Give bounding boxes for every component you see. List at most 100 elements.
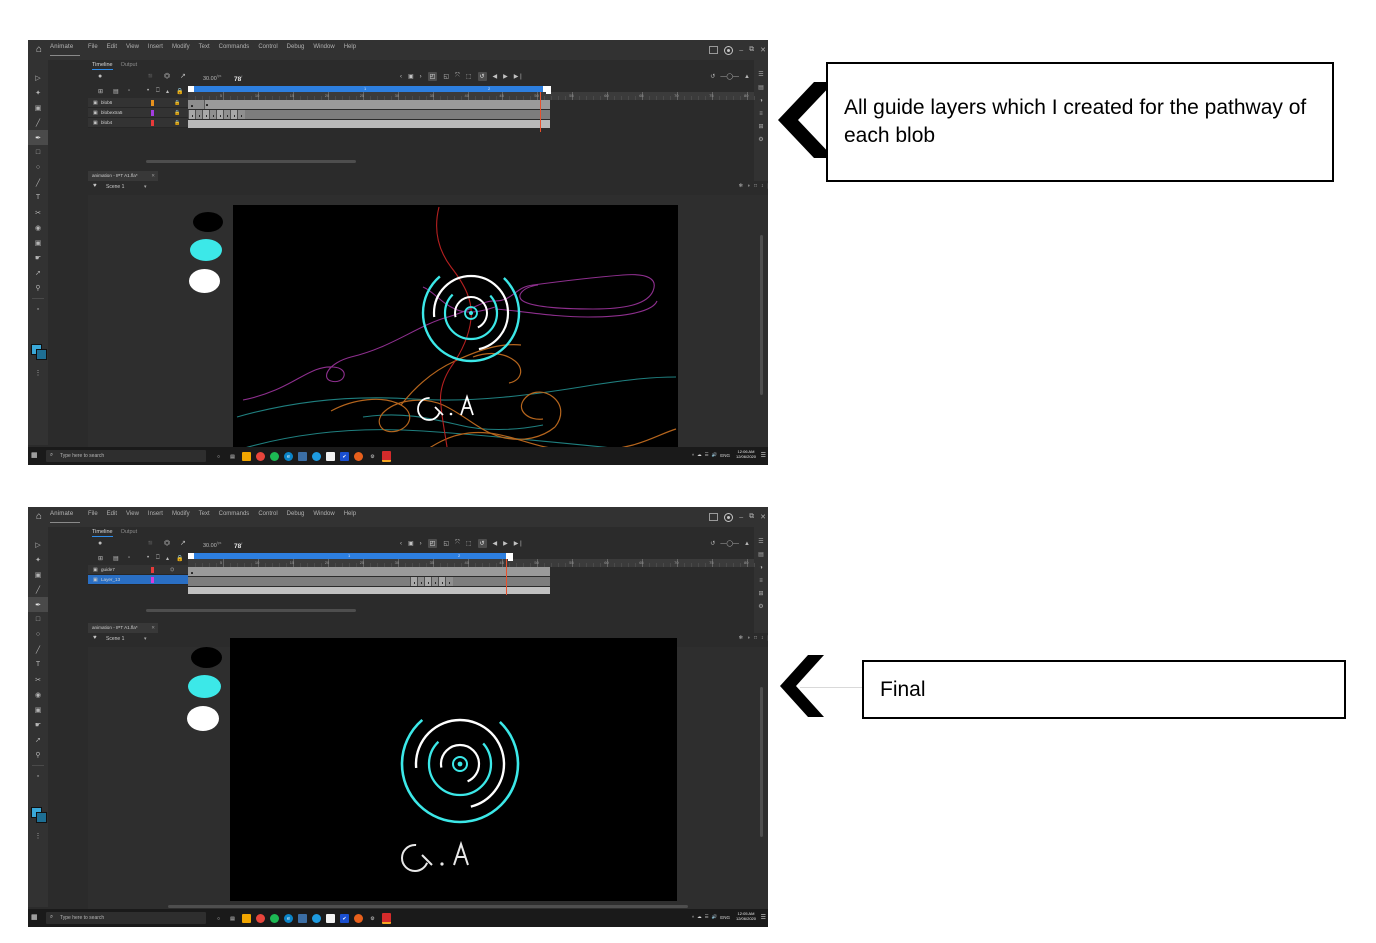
center-stage-icon[interactable]: ✻ bbox=[739, 635, 743, 641]
adobe-animate-icon[interactable] bbox=[382, 913, 391, 924]
layer-name[interactable]: blob4 bbox=[101, 120, 112, 125]
layer-row-blob6[interactable]: ▣ blob6 🔒 bbox=[88, 98, 188, 108]
stepper-icon[interactable]: ↕ bbox=[761, 635, 764, 641]
step-forward-button[interactable]: ▶❘ bbox=[514, 73, 524, 80]
lasso-tool[interactable]: ╱ bbox=[28, 115, 48, 130]
hand-tool[interactable]: ☛ bbox=[28, 250, 48, 265]
chevron-down-icon[interactable]: ▾ bbox=[144, 636, 147, 642]
layer-row-blobextra5[interactable]: ▣ blobextra5 🔒 bbox=[88, 108, 188, 118]
options-tool[interactable]: ⋮ bbox=[28, 365, 48, 380]
blob-black[interactable] bbox=[191, 647, 222, 668]
show-desktop-button[interactable]: ☰ bbox=[761, 452, 766, 459]
stop-button[interactable]: ▣ bbox=[408, 73, 414, 80]
blob-white[interactable] bbox=[189, 269, 220, 293]
menu-item-insert[interactable]: Insert bbox=[148, 511, 163, 517]
zoom-level-field[interactable]: 90% bbox=[767, 635, 768, 641]
components-panel-icon[interactable]: ⊞ bbox=[754, 120, 768, 133]
color-panel-icon[interactable]: ◑ bbox=[754, 94, 768, 107]
menu-item-text[interactable]: Text bbox=[199, 44, 210, 50]
close-button[interactable]: ✕ bbox=[760, 513, 766, 521]
color-panel-icon[interactable]: ◑ bbox=[754, 561, 768, 574]
onion-skin-button[interactable]: ◰ bbox=[427, 72, 438, 81]
blob-cyan[interactable] bbox=[190, 239, 222, 261]
library-panel-icon[interactable]: ▤ bbox=[754, 81, 768, 94]
lock-icon[interactable]: 🔒 bbox=[174, 120, 180, 126]
adobe-animate-icon[interactable] bbox=[382, 451, 391, 462]
step-forward-button[interactable]: ▶❘ bbox=[514, 540, 524, 547]
home-icon[interactable]: ⌂ bbox=[32, 43, 46, 57]
lock-all-icon[interactable]: ⎕ bbox=[156, 88, 160, 95]
onion-skin-outlines-button[interactable]: ◱ bbox=[443, 73, 449, 80]
subselection-tool[interactable]: ✦ bbox=[28, 552, 48, 567]
layer-name[interactable]: blob6 bbox=[101, 100, 112, 105]
timeline-options-icon[interactable]: ▲ bbox=[744, 74, 750, 80]
layer-row-guide7[interactable]: ▣ guide7 ⏣ bbox=[88, 565, 188, 575]
outline-all-icon[interactable]: ▴ bbox=[166, 555, 169, 562]
onion-skin-outlines-button[interactable]: ◱ bbox=[443, 540, 449, 547]
menu-item-help[interactable]: Help bbox=[344, 44, 356, 50]
new-layer-button[interactable]: ⊞ bbox=[98, 88, 103, 95]
library-panel-icon[interactable]: ▤ bbox=[754, 548, 768, 561]
menu-item-file[interactable]: File bbox=[88, 44, 98, 50]
oval-tool[interactable]: ○ bbox=[28, 627, 48, 642]
close-button[interactable]: ✕ bbox=[760, 46, 766, 54]
loop-button[interactable]: ↺ bbox=[477, 72, 487, 81]
stroke-color-swatch-2[interactable] bbox=[36, 812, 47, 823]
chrome-icon[interactable] bbox=[256, 452, 265, 461]
search-box[interactable]: ⌕ Type here to search bbox=[46, 450, 206, 462]
menu-item-text[interactable]: Text bbox=[199, 511, 210, 517]
menu-item-modify[interactable]: Modify bbox=[172, 44, 190, 50]
cortana-icon[interactable]: ○ bbox=[214, 452, 223, 461]
skype-icon[interactable] bbox=[312, 452, 321, 461]
new-folder-button[interactable]: ▤ bbox=[113, 88, 119, 95]
free-transform-tool[interactable]: ▣ bbox=[28, 100, 48, 115]
file-explorer-icon[interactable] bbox=[242, 914, 251, 923]
menu-item-debug[interactable]: Debug bbox=[287, 511, 305, 517]
timeline-ruler[interactable]: 5 10 15 20 25 30 35 40 45 50 55 60 65 70 75 80 bbox=[188, 559, 755, 567]
oval-tool[interactable]: ○ bbox=[28, 160, 48, 175]
menu-item-control[interactable]: Control bbox=[258, 511, 277, 517]
menu-item-modify[interactable]: Modify bbox=[172, 511, 190, 517]
resize-frames-icon[interactable]: ↺ bbox=[710, 540, 715, 547]
frame-strip-layer13[interactable] bbox=[188, 577, 550, 586]
delete-layer-button[interactable]: ▫ bbox=[128, 88, 130, 94]
show-hide-all-icon[interactable]: • bbox=[147, 88, 149, 94]
lasso-tool[interactable]: ╱ bbox=[28, 582, 48, 597]
document-tab[interactable]: animation - IPT A1.fla* ✕ bbox=[88, 623, 158, 633]
layer-name[interactable]: blobextra5 bbox=[101, 110, 122, 115]
skype-icon[interactable] bbox=[312, 914, 321, 923]
loop-button[interactable]: ↺ bbox=[477, 539, 487, 548]
calculator-icon[interactable] bbox=[298, 452, 307, 461]
graph-editor-icon[interactable]: ↗ bbox=[180, 70, 186, 83]
delete-layer-button[interactable]: ▫ bbox=[128, 555, 130, 561]
selection-tool[interactable]: ▷ bbox=[28, 70, 48, 85]
blob-black[interactable] bbox=[193, 212, 223, 232]
layer-row-layer13[interactable]: ▣ Layer_13 bbox=[88, 575, 188, 585]
actions-panel-icon[interactable]: ⚙ bbox=[754, 600, 768, 613]
home-icon[interactable]: ⌂ bbox=[32, 510, 46, 524]
lock-icon[interactable]: 🔒 bbox=[174, 100, 180, 106]
scene-label[interactable]: Scene 1 bbox=[106, 636, 124, 642]
zoom-level-field[interactable]: 90% bbox=[767, 183, 768, 189]
stage-canvas-area[interactable] bbox=[88, 638, 768, 912]
hand-tool[interactable]: ☛ bbox=[28, 717, 48, 732]
actions-panel-icon[interactable]: ⚙ bbox=[754, 133, 768, 146]
tray-network-icon[interactable]: ☰ bbox=[705, 452, 709, 458]
align-panel-icon[interactable]: ≡ bbox=[754, 107, 768, 120]
bone-tool[interactable]: ▣ bbox=[28, 235, 48, 250]
center-stage-icon[interactable]: ✻ bbox=[739, 183, 743, 189]
menu-item-commands[interactable]: Commands bbox=[219, 511, 250, 517]
calculator-icon[interactable] bbox=[298, 914, 307, 923]
taskbar-clock[interactable]: 12:05 AM 12/06/2020 bbox=[736, 911, 756, 921]
tab-output[interactable]: Output bbox=[121, 529, 138, 535]
tray-expand-icon[interactable]: ^ bbox=[692, 453, 694, 458]
properties-panel-icon[interactable]: ☰ bbox=[754, 535, 768, 548]
layer-parenting-icon[interactable]: ⏣ bbox=[164, 537, 170, 550]
paint-bucket-tool[interactable]: ◉ bbox=[28, 220, 48, 235]
edit-multiple-frames-button[interactable]: ⤧ bbox=[455, 540, 460, 547]
settings-icon[interactable]: ⚙ bbox=[368, 452, 377, 461]
frame-strip-blob6[interactable] bbox=[188, 100, 550, 109]
tray-cloud-icon[interactable]: ☁ bbox=[697, 914, 702, 920]
timeline-hscrollbar[interactable] bbox=[146, 609, 356, 612]
previous-keyframe-button[interactable]: ‹ bbox=[400, 541, 402, 547]
